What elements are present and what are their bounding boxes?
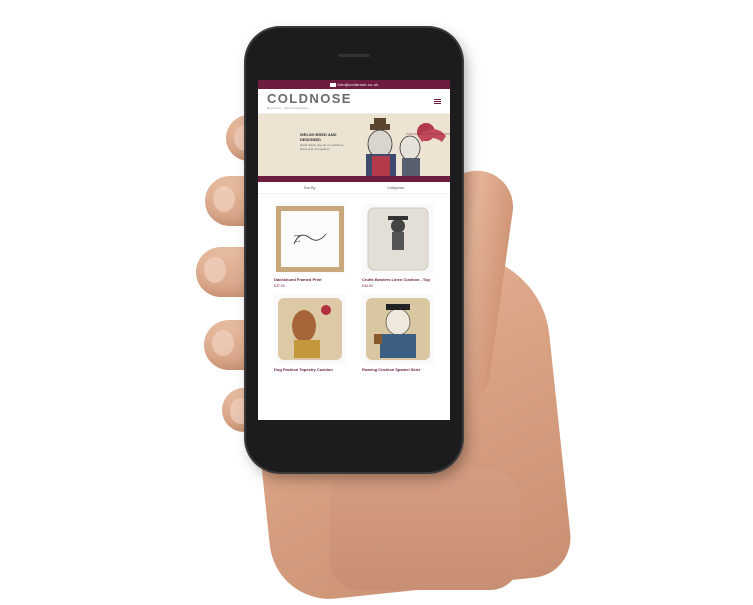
product-name[interactable]: Dachshund Framed Print <box>274 277 350 282</box>
product-price: £37.00 <box>274 284 285 288</box>
phone-speaker <box>338 54 370 57</box>
fingernail <box>212 330 234 356</box>
sub-navigation: Sort By Categories <box>258 182 450 194</box>
email-icon <box>329 82 336 87</box>
product-card[interactable]: Roaring Cushion Spaniel Skier <box>362 294 438 374</box>
logo-wrap[interactable]: COLDNOSE Dog lovers · gifts & homewares <box>267 92 352 110</box>
spaniel-cushion-image <box>366 298 430 360</box>
top-bar: info@coldnose.co.uk <box>258 80 450 89</box>
site-header: COLDNOSE Dog lovers · gifts & homewares <box>258 89 450 114</box>
site-tagline: Dog lovers · gifts & homewares <box>267 106 309 110</box>
product-price: £45.00 <box>362 284 373 288</box>
product-image[interactable]: Z <box>274 204 346 274</box>
subnav-sort[interactable]: Sort By <box>304 186 315 190</box>
framed-print-image: Z <box>276 206 344 272</box>
product-image[interactable] <box>274 294 346 364</box>
top-bar-email[interactable]: info@coldnose.co.uk <box>338 82 379 87</box>
banner-title: WELSH BRED AND DESIGNED <box>300 132 337 142</box>
wrist <box>330 470 520 590</box>
product-name[interactable]: Crufts Bowlers Linen Cushion - Top <box>362 277 438 282</box>
fingernail <box>204 257 226 283</box>
site-logo[interactable]: COLDNOSE <box>267 92 352 105</box>
svg-text:Z: Z <box>294 235 300 245</box>
product-card[interactable]: Z Dachshund Framed Print £37.00 <box>274 204 350 288</box>
product-grid: Z Dachshund Framed Print £37.00 Crufts B… <box>258 194 450 374</box>
phone-screen: info@coldnose.co.uk COLDNOSE Dog lovers … <box>258 80 450 420</box>
product-name[interactable]: Dog Fashion Tapestry Cushion <box>274 367 350 372</box>
banner-text: WELSH BRED AND DESIGNED Hand drawn dog a… <box>300 132 348 151</box>
product-card[interactable]: Crufts Bowlers Linen Cushion - Top £45.0… <box>362 204 438 288</box>
banner-subtitle: Hand drawn dog art on cushions, prints a… <box>300 143 345 151</box>
smartphone: info@coldnose.co.uk COLDNOSE Dog lovers … <box>246 28 462 472</box>
subnav-categories[interactable]: Categories <box>387 186 404 190</box>
product-image[interactable] <box>362 294 434 364</box>
product-image[interactable] <box>362 204 434 274</box>
hero-banner[interactable]: WELSH BRED AND DESIGNED Hand drawn dog a… <box>258 114 450 182</box>
cushion-image <box>367 207 429 271</box>
product-name[interactable]: Roaring Cushion Spaniel Skier <box>362 367 438 372</box>
dog-illustration <box>366 118 450 176</box>
fingernail <box>213 186 235 212</box>
tapestry-cushion-image <box>278 298 342 360</box>
product-card[interactable]: Dog Fashion Tapestry Cushion <box>274 294 350 374</box>
hamburger-icon[interactable] <box>434 98 441 104</box>
